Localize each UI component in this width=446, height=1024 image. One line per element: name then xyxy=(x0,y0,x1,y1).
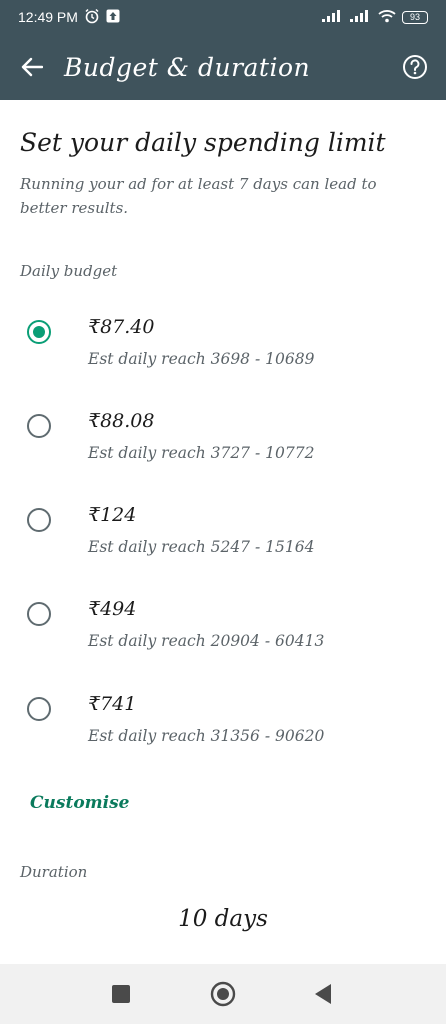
radio-button[interactable] xyxy=(27,602,51,626)
budget-option-3[interactable]: ₹124 Est daily reach 5247 - 15164 xyxy=(0,498,446,588)
section-subtext: Running your ad for at least 7 days can … xyxy=(20,175,377,217)
section-heading: Set your daily spending limit xyxy=(20,128,386,157)
budget-option-5[interactable]: ₹741 Est daily reach 31356 - 90620 xyxy=(0,687,446,777)
duration-value[interactable]: 10 days xyxy=(0,906,446,932)
customise-button[interactable]: Customise xyxy=(30,793,130,813)
budget-reach: Est daily reach 3727 - 10772 xyxy=(88,444,315,462)
radio-button[interactable] xyxy=(27,508,51,532)
budget-reach: Est daily reach 5247 - 15164 xyxy=(88,538,315,556)
budget-option-1[interactable]: ₹87.40 Est daily reach 3698 - 10689 xyxy=(0,310,446,400)
system-nav-bar xyxy=(0,964,446,1024)
budget-amount: ₹494 xyxy=(88,598,137,620)
budget-reach: Est daily reach 20904 - 60413 xyxy=(88,632,325,650)
budget-amount: ₹87.40 xyxy=(88,316,155,338)
budget-amount: ₹88.08 xyxy=(88,410,155,432)
notification-icon xyxy=(106,9,120,26)
radio-button-selected[interactable] xyxy=(27,320,51,344)
status-time: 12:49 PM xyxy=(18,9,78,25)
signal-icon-2 xyxy=(350,9,372,25)
alarm-icon xyxy=(84,8,100,27)
signal-icon xyxy=(322,9,344,25)
daily-budget-label: Daily budget xyxy=(20,262,118,280)
radio-button[interactable] xyxy=(27,414,51,438)
app-bar: Budget & duration xyxy=(0,34,446,100)
status-bar: 12:49 PM 93 xyxy=(0,0,446,34)
budget-reach: Est daily reach 31356 - 90620 xyxy=(88,727,325,745)
duration-label: Duration xyxy=(20,863,88,881)
budget-reach: Est daily reach 3698 - 10689 xyxy=(88,350,315,368)
budget-option-4[interactable]: ₹494 Est daily reach 20904 - 60413 xyxy=(0,592,446,682)
page-title: Budget & duration xyxy=(64,52,311,82)
home-icon[interactable] xyxy=(205,976,241,1012)
budget-amount: ₹124 xyxy=(88,504,137,526)
budget-option-2[interactable]: ₹88.08 Est daily reach 3727 - 10772 xyxy=(0,404,446,494)
back-triangle-icon[interactable] xyxy=(305,976,341,1012)
back-arrow-icon[interactable] xyxy=(16,51,48,83)
wifi-icon xyxy=(378,9,396,26)
recent-apps-icon[interactable] xyxy=(103,976,139,1012)
radio-button[interactable] xyxy=(27,697,51,721)
budget-amount: ₹741 xyxy=(88,693,137,715)
battery-icon: 93 xyxy=(402,10,428,24)
help-icon[interactable] xyxy=(400,52,430,82)
